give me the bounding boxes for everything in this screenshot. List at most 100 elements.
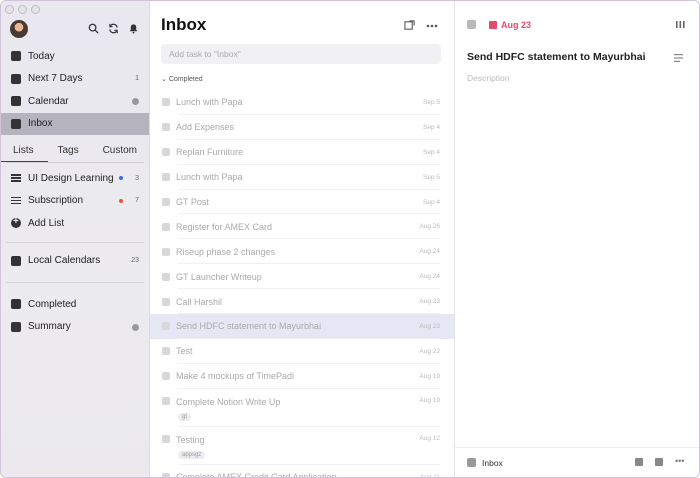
task-list: Lunch with Papa Sep 5 Add Expenses Sep 4 Rep… bbox=[150, 90, 454, 478]
task-date: Aug 26 bbox=[419, 223, 440, 231]
tabs-divider bbox=[6, 162, 144, 163]
task-row[interactable]: Make 4 mockups of TimePadi Aug 19 bbox=[150, 364, 454, 389]
task-row[interactable]: Complete AMEX Credit Card Application Aug… bbox=[150, 465, 454, 478]
nav-item-count: 23 bbox=[131, 257, 139, 265]
task-title: Send HDFC statement to Mayurbhai bbox=[176, 321, 322, 332]
task-row[interactable]: Register for AMEX Card Aug 26 bbox=[150, 214, 454, 240]
summary-icon bbox=[11, 321, 21, 332]
nav-item-summary[interactable]: Summary bbox=[1, 316, 149, 339]
task-checkbox[interactable] bbox=[162, 222, 170, 231]
task-row[interactable]: Test Aug 22 bbox=[150, 339, 454, 364]
sync-icon[interactable] bbox=[108, 23, 119, 34]
nav-item-label: Calendar bbox=[28, 95, 69, 107]
task-checkbox[interactable] bbox=[162, 123, 170, 132]
task-tag[interactable]: gt bbox=[178, 412, 192, 421]
task-date: Sep 4 bbox=[423, 148, 440, 156]
task-title: Lunch with Papa bbox=[176, 97, 243, 108]
task-row[interactable]: Lunch with Papa Sep 5 bbox=[150, 90, 454, 115]
task-date: Sep 5 bbox=[423, 173, 440, 181]
task-checkbox[interactable] bbox=[467, 20, 476, 29]
nav-item-local-calendars[interactable]: Local Calendars 23 bbox=[1, 250, 149, 273]
sort-icon[interactable] bbox=[404, 20, 415, 31]
task-checkbox[interactable] bbox=[162, 473, 170, 477]
minimize-window-button[interactable] bbox=[18, 5, 27, 14]
task-title: Complete AMEX Credit Card Application bbox=[176, 472, 337, 478]
checkbox-checked-icon bbox=[11, 299, 21, 310]
task-title: Call Harshil bbox=[176, 296, 223, 307]
trash-icon[interactable] bbox=[655, 458, 663, 466]
task-title: Add Expenses bbox=[176, 122, 235, 133]
description-format-icon[interactable] bbox=[674, 54, 683, 62]
task-checkbox[interactable] bbox=[162, 297, 170, 306]
list-item-ui-design-learning[interactable]: UI Design Learning 3 bbox=[1, 167, 149, 190]
task-row[interactable]: Riseup phase 2 changes Aug 24 bbox=[150, 239, 454, 265]
task-title[interactable]: Send HDFC statement to Mayurbhai bbox=[467, 51, 646, 63]
task-checkbox[interactable] bbox=[162, 396, 170, 405]
task-title: Make 4 mockups of TimePadi bbox=[176, 371, 295, 382]
task-row[interactable]: GT Post Sep 4 bbox=[150, 190, 454, 215]
task-row[interactable]: Testing Aug 12 appsgz bbox=[150, 427, 454, 465]
task-date: Sep 5 bbox=[423, 98, 440, 106]
task-checkbox[interactable] bbox=[162, 372, 170, 381]
task-row[interactable]: Lunch with Papa Sep 5 bbox=[150, 165, 454, 190]
close-window-button[interactable] bbox=[5, 5, 14, 14]
nav-item-count: 1 bbox=[135, 75, 139, 83]
task-tag[interactable]: appsgz bbox=[178, 450, 206, 459]
nav-item-next-7-days[interactable]: Next 7 Days 1 bbox=[1, 68, 149, 91]
nav-item-completed[interactable]: Completed bbox=[1, 293, 149, 316]
hidden-toggle-icon[interactable] bbox=[132, 98, 139, 105]
task-row[interactable]: Replan Furniture Sep 4 bbox=[150, 140, 454, 165]
due-date-button[interactable]: Aug 23 bbox=[489, 20, 531, 30]
description-field[interactable]: Description bbox=[467, 73, 510, 83]
task-title: Test bbox=[176, 346, 193, 357]
task-checkbox[interactable] bbox=[162, 322, 170, 331]
task-date: Aug 11 bbox=[419, 473, 440, 478]
task-checkbox[interactable] bbox=[162, 347, 170, 356]
inbox-icon bbox=[11, 118, 21, 129]
window-controls bbox=[5, 5, 40, 14]
task-title: Complete Notion Write Up bbox=[176, 396, 281, 407]
app-window: Today Next 7 Days 1 Calendar Inbox Lists… bbox=[0, 0, 700, 478]
list-item-label: Subscription bbox=[28, 195, 84, 207]
zoom-window-button[interactable] bbox=[31, 5, 40, 14]
task-row[interactable]: Complete Notion Write Up Aug 19 gt bbox=[150, 389, 454, 427]
user-lists: UI Design Learning 3 Subscription 7 Add … bbox=[1, 167, 149, 338]
more-icon[interactable]: ••• bbox=[675, 457, 687, 466]
list-toolbar bbox=[404, 20, 438, 31]
task-date: Aug 12 bbox=[419, 434, 440, 442]
task-checkbox[interactable] bbox=[162, 173, 170, 182]
bell-icon[interactable] bbox=[128, 23, 139, 34]
task-checkbox[interactable] bbox=[162, 148, 170, 157]
hidden-toggle-icon[interactable] bbox=[132, 323, 139, 331]
list-item-subscription[interactable]: Subscription 7 bbox=[1, 190, 149, 213]
task-title: Riseup phase 2 changes bbox=[176, 246, 276, 257]
tab-custom[interactable]: Custom bbox=[97, 140, 143, 162]
task-checkbox[interactable] bbox=[162, 434, 170, 443]
task-checkbox[interactable] bbox=[162, 198, 170, 206]
comment-icon[interactable] bbox=[635, 458, 643, 466]
add-task-input[interactable]: Add task to "Inbox" bbox=[161, 44, 441, 64]
search-icon[interactable] bbox=[88, 23, 99, 34]
tab-tags[interactable]: Tags bbox=[51, 140, 84, 162]
tab-lists[interactable]: Lists bbox=[1, 140, 47, 162]
avatar[interactable] bbox=[10, 20, 28, 38]
task-date: Aug 19 bbox=[419, 372, 440, 380]
task-checkbox[interactable] bbox=[162, 247, 170, 256]
page-title: Inbox bbox=[161, 15, 207, 34]
task-checkbox[interactable] bbox=[162, 272, 170, 281]
priority-icon[interactable] bbox=[676, 20, 685, 29]
nav-item-inbox[interactable]: Inbox bbox=[1, 112, 149, 135]
completed-section-header[interactable]: ⌄ Completed bbox=[161, 75, 203, 83]
task-row[interactable]: GT Launcher Writeup Aug 24 bbox=[150, 264, 454, 290]
task-row[interactable]: Call Harshil Aug 23 bbox=[150, 289, 454, 315]
task-row[interactable]: Send HDFC statement to Mayurbhai Aug 23 bbox=[150, 314, 454, 339]
due-date-label: Aug 23 bbox=[501, 20, 532, 30]
task-list-selector[interactable]: Inbox bbox=[482, 458, 503, 468]
task-row[interactable]: Add Expenses Sep 4 bbox=[150, 115, 454, 140]
nav-item-today[interactable]: Today bbox=[1, 45, 149, 68]
nav-item-label: Next 7 Days bbox=[28, 73, 83, 85]
task-checkbox[interactable] bbox=[162, 98, 170, 107]
add-list-button[interactable]: Add List bbox=[1, 212, 149, 235]
more-icon[interactable] bbox=[426, 24, 438, 28]
nav-item-calendar[interactable]: Calendar bbox=[1, 90, 149, 113]
